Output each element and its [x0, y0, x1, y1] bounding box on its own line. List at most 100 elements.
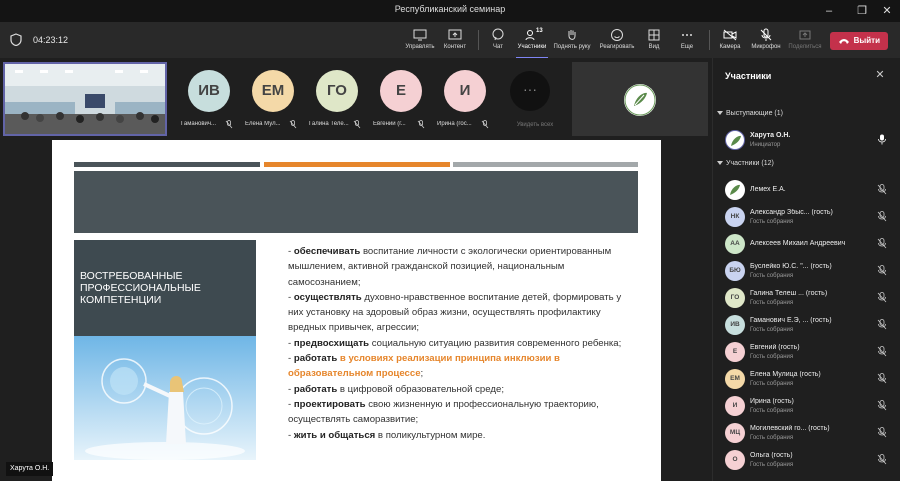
classroom-image: [5, 64, 165, 134]
participants-section-header[interactable]: Участники (12): [717, 160, 774, 167]
avatar: И: [725, 396, 745, 416]
shield-icon: [10, 33, 22, 46]
video-strip: ИВ Гаманович... ЕМ Елена Мул... ГО Галин…: [0, 58, 712, 138]
participant-row[interactable]: ГО Галина Телеш ... (гость) Гость собран…: [723, 286, 895, 312]
participant-name: Александр Збыс... (гость): [750, 209, 833, 216]
more-label: Еще: [680, 44, 694, 50]
participant-name: Лемех Е.А.: [750, 186, 786, 193]
presentation-slide: ВОСТРЕБОВАННЫЕ ПРОФЕССИОНАЛЬНЫЕ КОМПЕТЕН…: [52, 140, 661, 481]
slide-bar-dark: [74, 162, 260, 167]
participant-row[interactable]: МЦ Могилевский го... (гость) Гость собра…: [723, 421, 895, 447]
show-all-button[interactable]: ··· Увидеть всех: [505, 64, 565, 134]
mic-label: Микрофон: [751, 44, 781, 50]
participant-row[interactable]: И Ирина (гость) Гость собрания: [723, 394, 895, 420]
participant-row[interactable]: АА Алексеев Михаил Андреевич: [723, 232, 895, 258]
more-dots-icon: [682, 34, 692, 36]
presenters-section-header[interactable]: Выступающие (1): [717, 110, 783, 117]
more-dots-icon: ···: [510, 71, 550, 111]
participant-tile[interactable]: ЕМ Елена Мул...: [245, 64, 305, 134]
bullet-line: - жить и общаться в поликультурном мире.: [288, 429, 486, 441]
mic-off-icon: [417, 120, 425, 129]
chevron-down-icon: [717, 161, 723, 166]
participant-tile[interactable]: Е Евгений (г...: [373, 64, 433, 134]
bullet-line: - предвосхищать социальную ситуацию разв…: [288, 337, 622, 349]
close-panel-button[interactable]: ✕: [873, 68, 887, 82]
participant-name: Могилевский го... (гость): [750, 425, 830, 432]
content-button[interactable]: Контент: [435, 27, 475, 57]
participant-role: Гость собрания: [750, 354, 794, 360]
participant-row[interactable]: Лемех Е.А.: [723, 178, 895, 204]
participant-tile[interactable]: ИВ Гаманович...: [181, 64, 241, 134]
participant-role: Инициатор: [750, 142, 781, 148]
mic-off-icon: [877, 373, 887, 384]
chat-icon: [492, 28, 504, 41]
participants-button[interactable]: 13 Участники: [512, 27, 552, 59]
room-video-feed[interactable]: [3, 62, 167, 136]
window-title: Республиканский семинар: [394, 4, 506, 14]
panel-title: Участники: [725, 71, 772, 81]
mic-off-icon: [481, 120, 489, 129]
presenter-tile[interactable]: [572, 62, 708, 136]
close-window-button[interactable]: ✕: [878, 2, 896, 20]
raise-hand-button[interactable]: Поднять руку: [552, 27, 592, 57]
bullet-line: - обеспечивать воспитание личности с эко…: [288, 246, 612, 288]
smile-icon: [611, 29, 623, 41]
participant-row[interactable]: Е Евгений (гость) Гость собрания: [723, 340, 895, 366]
participant-role: Гость собрания: [750, 273, 794, 279]
participant-role: Гость собрания: [750, 435, 794, 441]
react-label: Реагировать: [599, 44, 635, 50]
presenter-row[interactable]: Харута О.Н. Инициатор: [723, 128, 895, 154]
title-bar: Республиканский семинар – ❐ ✕: [0, 0, 900, 22]
avatar: ГО: [725, 288, 745, 308]
camera-button[interactable]: Камера: [710, 27, 750, 57]
leave-button[interactable]: Выйти: [830, 32, 888, 50]
slide-heading: ВОСТРЕБОВАННЫЕ ПРОФЕССИОНАЛЬНЫЕ КОМПЕТЕН…: [80, 270, 201, 306]
control-label: Управлять: [405, 44, 435, 50]
chevron-down-icon: [717, 111, 723, 116]
participant-row[interactable]: БЮ Буслейко Ю.С. "... (гость) Гость собр…: [723, 259, 895, 285]
participant-tile[interactable]: ГО Галина Теле...: [309, 64, 369, 134]
meeting-toolbar: 04:23:12 Управлять Контент Чат 13 Участн…: [0, 22, 900, 59]
participants-count-badge: 13: [536, 28, 543, 34]
show-all-label: Увидеть всех: [516, 122, 554, 128]
avatar: АА: [725, 234, 745, 254]
participant-name: Елена Мулица (гость): [750, 371, 821, 378]
slide-bar-orange: [264, 162, 450, 167]
avatar: ЕМ: [252, 70, 294, 112]
react-button[interactable]: Реагировать: [597, 27, 637, 57]
participant-tile[interactable]: И Ирина (гос...: [437, 64, 497, 134]
camera-off-icon: [723, 29, 737, 41]
hang-up-icon: [839, 39, 849, 44]
avatar: БЮ: [725, 261, 745, 281]
participant-row[interactable]: ИВ Гаманович Е.Э, ... (гость) Гость собр…: [723, 313, 895, 339]
mic-off-icon: [760, 28, 772, 41]
presenter-logo-avatar: [624, 84, 656, 116]
participants-label: Участники: [517, 44, 547, 50]
mic-icon: [878, 134, 886, 145]
more-button[interactable]: Еще: [667, 27, 707, 57]
avatar: О: [725, 450, 745, 470]
slide-left-panel: ВОСТРЕБОВАННЫЕ ПРОФЕССИОНАЛЬНЫЕ КОМПЕТЕН…: [74, 240, 256, 460]
participant-name: Галина Телеш ... (гость): [750, 290, 828, 297]
avatar: НК: [725, 207, 745, 227]
avatar: И: [444, 70, 486, 112]
participant-row[interactable]: ЕМ Елена Мулица (гость) Гость собрания: [723, 367, 895, 393]
mic-off-icon: [877, 454, 887, 465]
grid-view-icon: [648, 29, 660, 41]
minimize-button[interactable]: –: [820, 2, 838, 20]
share-label: Поделиться: [788, 44, 822, 50]
leave-label: Выйти: [853, 36, 880, 45]
participant-role: Гость собрания: [750, 462, 794, 468]
participant-row[interactable]: НК Александр Збыс... (гость) Гость собра…: [723, 205, 895, 231]
share-button[interactable]: Поделиться: [785, 27, 825, 57]
participant-row[interactable]: О Ольга (гость) Гость собрания: [723, 448, 895, 474]
control-button[interactable]: Управлять: [400, 27, 440, 57]
mic-off-icon: [877, 292, 887, 303]
slide-title-band: [74, 171, 638, 233]
maximize-button[interactable]: ❐: [853, 2, 871, 20]
content-share-icon: [448, 29, 462, 40]
bullet-line: - работать в условиях реализации принцип…: [288, 353, 560, 380]
mic-button[interactable]: Микрофон: [746, 27, 786, 57]
participant-name: Ирина (гость): [750, 398, 794, 405]
mic-off-icon: [877, 265, 887, 276]
